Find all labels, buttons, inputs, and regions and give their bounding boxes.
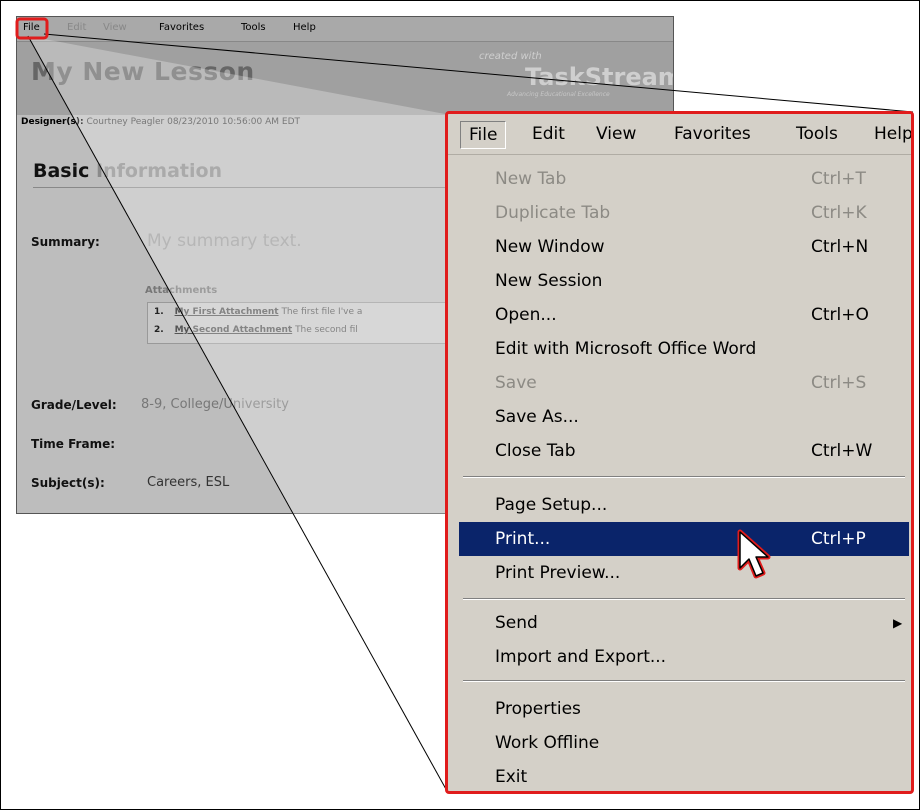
section-title-rest: Information bbox=[89, 160, 223, 182]
bg-menu-file[interactable]: File bbox=[23, 22, 40, 33]
menu-item-print-preview[interactable]: Print Preview... bbox=[459, 556, 909, 590]
designer-label: Designer(s): bbox=[21, 117, 84, 127]
bg-menu-view[interactable]: View bbox=[103, 22, 127, 33]
menu-item-import-export[interactable]: Import and Export... bbox=[459, 640, 909, 674]
menu-separator bbox=[463, 598, 905, 600]
menu-item-edit-with-word[interactable]: Edit with Microsoft Office Word bbox=[459, 332, 909, 366]
menu-item-label: New Tab bbox=[495, 169, 567, 189]
menu-item-label: Duplicate Tab bbox=[495, 203, 611, 223]
attachments-title: Attachments bbox=[145, 285, 218, 296]
grade-value: 8-9, College/University bbox=[141, 397, 289, 412]
menu-item-label: New Window bbox=[495, 237, 605, 257]
menu-item-new-session[interactable]: New Session bbox=[459, 264, 909, 298]
subjects-label: Subject(s): bbox=[31, 476, 105, 490]
section-title-bold: Basic bbox=[33, 160, 90, 182]
bg-menu-favorites[interactable]: Favorites bbox=[159, 22, 204, 33]
menu-item-label: Print... bbox=[495, 529, 551, 549]
menu-item-label: Edit with Microsoft Office Word bbox=[495, 339, 757, 359]
menu-item-label: New Session bbox=[495, 271, 603, 291]
menu-item-shortcut: Ctrl+K bbox=[811, 203, 867, 223]
menu-bar: File Edit View Favorites Tools Help bbox=[448, 114, 911, 155]
summary-label: Summary: bbox=[31, 235, 100, 249]
menu-item-label: Properties bbox=[495, 699, 581, 719]
menu-separator bbox=[463, 680, 905, 682]
menu-file[interactable]: File bbox=[460, 121, 507, 149]
menu-item-label: Work Offline bbox=[495, 733, 600, 753]
menu-item-new-tab[interactable]: New Tab Ctrl+T bbox=[459, 162, 909, 196]
attachment-num: 2. bbox=[154, 325, 164, 335]
menu-item-shortcut: Ctrl+W bbox=[811, 441, 873, 461]
menu-item-label: Save As... bbox=[495, 407, 579, 427]
menu-edit[interactable]: Edit bbox=[524, 121, 573, 147]
file-dropdown: New Tab Ctrl+T Duplicate Tab Ctrl+K New … bbox=[453, 158, 909, 788]
menu-item-page-setup[interactable]: Page Setup... bbox=[459, 488, 909, 522]
summary-value: My summary text. bbox=[147, 231, 302, 251]
attachment-link[interactable]: My First Attachment bbox=[175, 307, 279, 317]
bg-menu-help[interactable]: Help bbox=[293, 22, 316, 33]
attachment-row: 2. My Second Attachment The second fil bbox=[154, 325, 358, 335]
menu-item-shortcut: Ctrl+O bbox=[811, 305, 869, 325]
lesson-title: My New Lesson bbox=[31, 57, 255, 86]
menu-item-shortcut: Ctrl+T bbox=[811, 169, 866, 189]
menu-tools[interactable]: Tools bbox=[788, 121, 846, 147]
menu-item-print[interactable]: Print... Ctrl+P bbox=[459, 522, 909, 556]
menu-item-send[interactable]: Send ▶ bbox=[459, 606, 909, 640]
menu-item-label: Open... bbox=[495, 305, 557, 325]
menu-item-label: Print Preview... bbox=[495, 563, 621, 583]
attachment-desc: The second fil bbox=[295, 325, 358, 335]
submenu-arrow-icon: ▶ bbox=[893, 616, 903, 630]
menu-item-save[interactable]: Save Ctrl+S bbox=[459, 366, 909, 400]
taskstream-logo: TaskStream bbox=[525, 63, 674, 91]
menu-item-save-as[interactable]: Save As... bbox=[459, 400, 909, 434]
menu-item-shortcut: Ctrl+S bbox=[811, 373, 867, 393]
menu-item-close-tab[interactable]: Close Tab Ctrl+W bbox=[459, 434, 909, 468]
menu-help[interactable]: Help bbox=[866, 121, 911, 147]
attachment-desc: The first file I've a bbox=[281, 307, 363, 317]
timeframe-label: Time Frame: bbox=[31, 437, 116, 451]
menu-item-exit[interactable]: Exit bbox=[459, 760, 909, 791]
menu-separator bbox=[463, 476, 905, 478]
menu-item-label: Close Tab bbox=[495, 441, 576, 461]
menu-item-label: Save bbox=[495, 373, 537, 393]
menu-item-label: Page Setup... bbox=[495, 495, 608, 515]
menu-view[interactable]: View bbox=[588, 121, 644, 147]
mouse-pointer-icon bbox=[737, 529, 771, 579]
bg-menu-tools[interactable]: Tools bbox=[241, 22, 266, 33]
menu-item-open[interactable]: Open... Ctrl+O bbox=[459, 298, 909, 332]
grade-label: Grade/Level: bbox=[31, 398, 117, 412]
file-menu-zoom: File Edit View Favorites Tools Help New … bbox=[445, 111, 914, 794]
menu-item-label: Send bbox=[495, 613, 538, 633]
bg-menubar: File Edit View Favorites Tools Help bbox=[17, 17, 673, 42]
attachment-link[interactable]: My Second Attachment bbox=[175, 325, 293, 335]
menu-item-label: Import and Export... bbox=[495, 647, 667, 667]
menu-item-label: Exit bbox=[495, 767, 528, 787]
menu-item-work-offline[interactable]: Work Offline bbox=[459, 726, 909, 760]
subjects-value: Careers, ESL bbox=[147, 475, 230, 490]
created-with-text: created with bbox=[479, 51, 542, 62]
menu-item-shortcut: Ctrl+N bbox=[811, 237, 869, 257]
taskstream-tagline: Advancing Educational Excellence bbox=[507, 91, 610, 98]
attachment-num: 1. bbox=[154, 307, 164, 317]
designer-value: Courtney Peagler 08/23/2010 10:56:00 AM … bbox=[86, 117, 301, 127]
bg-menu-edit[interactable]: Edit bbox=[67, 22, 86, 33]
menu-item-properties[interactable]: Properties bbox=[459, 692, 909, 726]
menu-item-new-window[interactable]: New Window Ctrl+N bbox=[459, 230, 909, 264]
menu-favorites[interactable]: Favorites bbox=[666, 121, 759, 147]
section-title: Basic Information bbox=[33, 160, 222, 182]
designer-line: Designer(s): Courtney Peagler 08/23/2010… bbox=[21, 117, 300, 127]
menu-item-shortcut: Ctrl+P bbox=[811, 529, 866, 549]
menu-item-duplicate-tab[interactable]: Duplicate Tab Ctrl+K bbox=[459, 196, 909, 230]
attachment-row: 1. My First Attachment The first file I'… bbox=[154, 307, 362, 317]
